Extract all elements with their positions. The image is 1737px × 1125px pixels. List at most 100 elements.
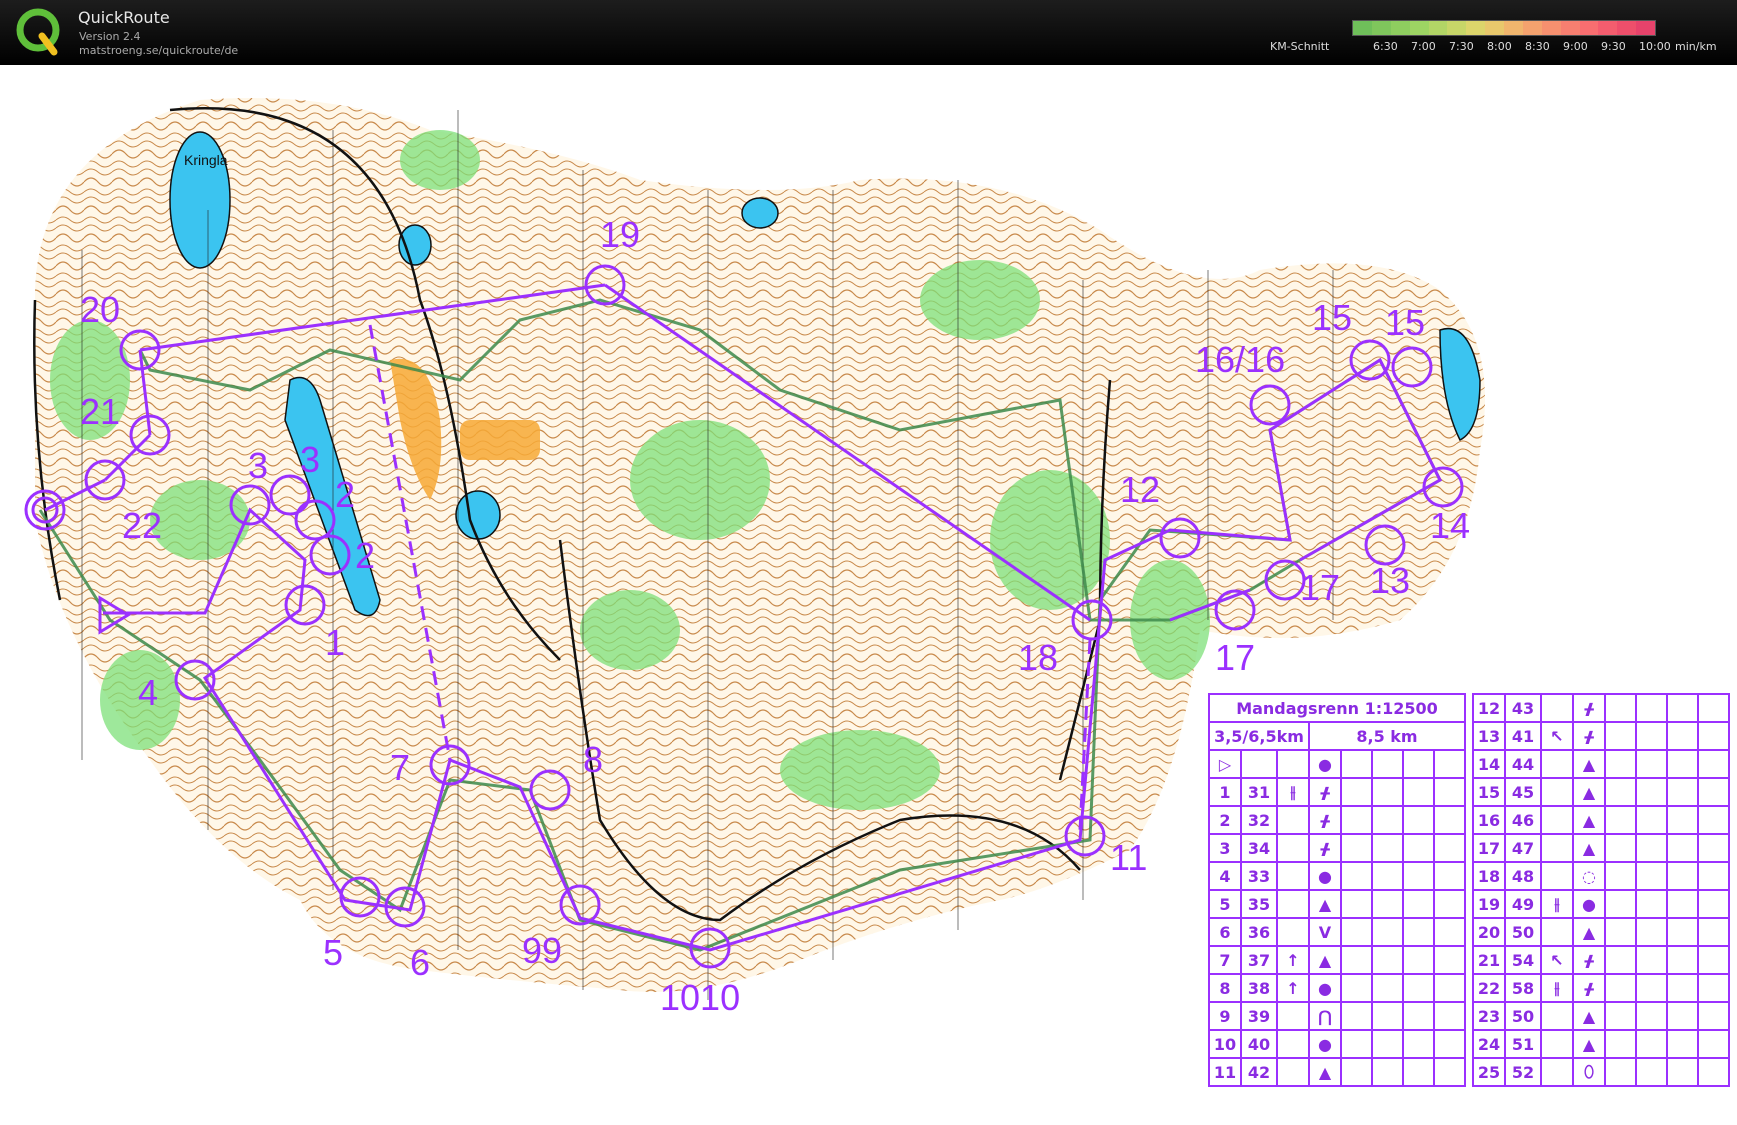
- pace-color-swatch: [1390, 21, 1410, 35]
- empty-cell: [1697, 721, 1730, 751]
- pace-color-swatch: [1522, 21, 1542, 35]
- empty-cell: [1340, 889, 1373, 919]
- control-feature-icon: [1540, 777, 1574, 807]
- control-number-cell: 12: [1472, 693, 1506, 723]
- pace-color-swatch: [1560, 21, 1580, 35]
- empty-cell: [1697, 805, 1730, 835]
- empty-cell: [1604, 833, 1637, 863]
- pace-tick: 9:00: [1563, 40, 1588, 53]
- empty-cell: [1604, 1057, 1637, 1087]
- empty-cell: [1371, 889, 1404, 919]
- map-canvas[interactable]: Kringla 19 20 21 22 3 3 2 2 1 4 5 6 7 8 …: [0, 65, 1737, 1125]
- empty-cell: [1371, 945, 1404, 975]
- control-number-cell: 21: [1472, 945, 1506, 975]
- empty-cell: [1666, 721, 1699, 751]
- control-feature-icon: [1276, 833, 1310, 863]
- empty-cell: [1433, 805, 1466, 835]
- control-code-cell: 33: [1240, 861, 1278, 891]
- control-code-cell: 50: [1504, 1001, 1542, 1031]
- empty-cell: [1666, 1001, 1699, 1031]
- empty-cell: [1371, 861, 1404, 891]
- control-code-cell: 51: [1504, 1029, 1542, 1059]
- control-number: 19: [600, 214, 640, 255]
- empty-cell: [1604, 973, 1637, 1003]
- control-code-cell: 47: [1504, 833, 1542, 863]
- empty-cell: [1666, 805, 1699, 835]
- control-number: 4: [138, 672, 158, 713]
- empty-cell: [1371, 805, 1404, 835]
- empty-cell: [1371, 833, 1404, 863]
- control-code-cell: 42: [1240, 1057, 1278, 1087]
- control-location-icon: ▲: [1308, 1057, 1342, 1087]
- empty-cell: [1604, 861, 1637, 891]
- empty-cell: [1340, 861, 1373, 891]
- pace-color-swatch: [1409, 21, 1429, 35]
- control-description-row: 14 44 ▲: [1472, 749, 1730, 779]
- pace-tick: 8:30: [1525, 40, 1550, 53]
- control-location-icon: V: [1308, 917, 1342, 947]
- control-number: 17: [1215, 637, 1255, 678]
- control-feature-icon: [1540, 805, 1574, 835]
- pace-color-swatch: [1353, 21, 1372, 35]
- empty-cell: [1635, 889, 1668, 919]
- control-description-row: 3 34 ᚋ: [1208, 833, 1466, 863]
- control-code-cell: 36: [1240, 917, 1278, 947]
- control-number: 14: [1430, 505, 1470, 546]
- control-number-cell: 13: [1472, 721, 1506, 751]
- empty-cell: [1433, 1001, 1466, 1031]
- empty-cell: [1697, 945, 1730, 975]
- pace-color-swatch: [1579, 21, 1599, 35]
- control-location-icon: ▲: [1572, 777, 1606, 807]
- empty-cell: [1635, 777, 1668, 807]
- control-location-icon: ▲: [1572, 805, 1606, 835]
- empty-cell: [1635, 1029, 1668, 1059]
- empty-cell: [1666, 1029, 1699, 1059]
- control-description-row: 23 50 ▲: [1472, 1001, 1730, 1031]
- control-feature-icon: ⫲: [1540, 973, 1574, 1003]
- control-location-icon: ⬯: [1572, 1057, 1606, 1087]
- control-number: 13: [1370, 560, 1410, 601]
- empty-cell: [1402, 833, 1435, 863]
- control-description-row: 20 50 ▲: [1472, 917, 1730, 947]
- control-number-cell: 23: [1472, 1001, 1506, 1031]
- control-location-icon: ●: [1572, 889, 1606, 919]
- control-code-cell: 46: [1504, 805, 1542, 835]
- control-number-cell: 17: [1472, 833, 1506, 863]
- empty-cell: [1371, 1057, 1404, 1087]
- control-number: 1010: [660, 977, 740, 1018]
- control-number-cell: 16: [1472, 805, 1506, 835]
- control-number: 21: [80, 391, 120, 432]
- control-location-icon: ▲: [1308, 945, 1342, 975]
- empty-cell: [1433, 1057, 1466, 1087]
- control-location-icon: ᚋ: [1572, 945, 1606, 975]
- control-feature-icon: [1276, 805, 1310, 835]
- control-code-cell: 31: [1240, 777, 1278, 807]
- control-description-row: 22 58 ⫲ ᚋ: [1472, 973, 1730, 1003]
- empty-cell: [1371, 1029, 1404, 1059]
- control-feature-icon: [1276, 889, 1310, 919]
- empty-cell: [1604, 693, 1637, 723]
- control-description-row: 11 42 ▲: [1208, 1057, 1466, 1087]
- empty-cell: [1433, 973, 1466, 1003]
- control-feature-icon: ↖: [1540, 945, 1574, 975]
- control-location-icon: ᚋ: [1308, 833, 1342, 863]
- empty-cell: [1697, 777, 1730, 807]
- empty-cell: [1635, 721, 1668, 751]
- empty-cell: [1604, 889, 1637, 919]
- control-description-row: 17 47 ▲: [1472, 833, 1730, 863]
- empty-cell: [1635, 1001, 1668, 1031]
- app-version: Version 2.4: [79, 30, 141, 43]
- empty-cell: [1697, 749, 1730, 779]
- control-feature-icon: [1540, 1001, 1574, 1031]
- empty-cell: [1635, 973, 1668, 1003]
- app-url[interactable]: matstroeng.se/quickroute/de: [79, 44, 238, 57]
- control-feature-icon: [1540, 693, 1574, 723]
- empty-cell: [1697, 917, 1730, 947]
- empty-cell: [1340, 945, 1373, 975]
- control-number: 11: [1110, 837, 1147, 878]
- empty-cell: [1402, 973, 1435, 1003]
- empty-cell: [1433, 861, 1466, 891]
- empty-cell: [1697, 1057, 1730, 1087]
- control-feature-icon: ↑: [1276, 973, 1310, 1003]
- control-number-cell: 7: [1208, 945, 1242, 975]
